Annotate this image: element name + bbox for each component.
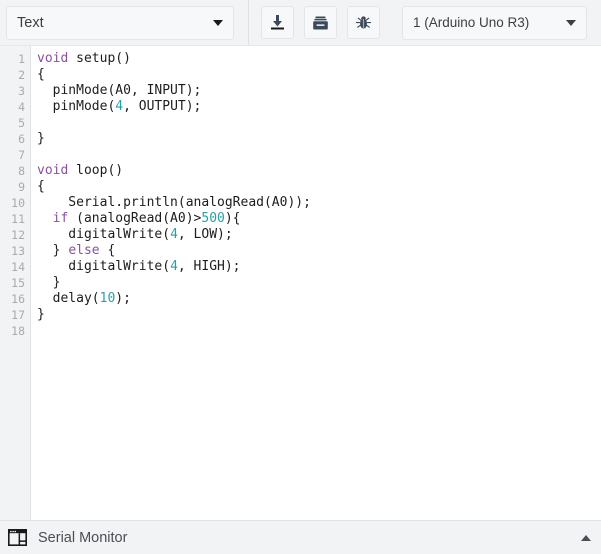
code-number: 4	[170, 259, 178, 274]
text-type-dropdown-value: Text	[17, 14, 44, 31]
code-line: }	[37, 275, 61, 290]
code-line: }	[37, 131, 45, 146]
line-number: 16	[11, 292, 25, 306]
line-number: 13	[11, 244, 25, 258]
line-number: 14	[11, 260, 25, 274]
code-number: 4	[170, 227, 178, 242]
code-line: pinMode(A0, INPUT);	[37, 83, 202, 98]
bug-icon	[355, 16, 372, 29]
line-number: 4	[18, 100, 25, 114]
code-line: pinMode(4, OUTPUT);	[37, 99, 202, 114]
code-keyword: else	[68, 243, 100, 258]
toolbar-separator	[248, 0, 249, 45]
line-number: 2	[18, 68, 25, 82]
line-number-gutter: 1 2 3 4 5 6 7 8 9 10 11 12 13 14 15 16 17 18	[0, 46, 31, 520]
download-arrow-icon	[271, 15, 284, 30]
chevron-down-icon	[213, 19, 223, 26]
code-line: void loop()	[37, 163, 124, 178]
code-line: delay(10);	[37, 291, 131, 306]
code-line: } else {	[37, 243, 116, 258]
code-keyword: void	[37, 51, 69, 66]
code-line: digitalWrite(4, HIGH);	[37, 259, 241, 274]
debug-button[interactable]	[347, 6, 380, 39]
board-select-dropdown[interactable]: 1 (Arduino Uno R3)	[402, 5, 587, 40]
library-button[interactable]	[304, 6, 337, 39]
upload-button[interactable]	[261, 6, 294, 39]
line-number: 5	[18, 116, 25, 130]
code-line: {	[37, 179, 45, 194]
line-number: 3	[18, 84, 25, 98]
window-panel-icon	[6, 528, 28, 548]
serial-monitor-label: Serial Monitor	[38, 529, 128, 546]
toolbar-button-group	[261, 6, 380, 39]
line-number: 17	[11, 308, 25, 322]
toolbar: Text 1 (Arduino Uno R3)	[0, 0, 601, 45]
code-line: void setup()	[37, 51, 131, 66]
archive-box-icon	[313, 16, 328, 29]
code-line: if (analogRead(A0)>500){	[52, 211, 241, 226]
code-line: Serial.println(analogRead(A0));	[37, 195, 311, 210]
line-number: 18	[11, 324, 25, 338]
code-number: 500	[201, 211, 225, 226]
line-number: 15	[11, 276, 25, 290]
line-number: 9	[18, 180, 25, 194]
line-number: 12	[11, 228, 25, 242]
code-keyword: void	[37, 163, 69, 178]
line-number: 1	[18, 52, 25, 66]
line-number: 6	[18, 132, 25, 146]
code-line: digitalWrite(4, LOW);	[37, 227, 233, 242]
code-line: {	[37, 67, 45, 82]
line-number: 8	[18, 164, 25, 178]
line-number: 7	[18, 148, 25, 162]
line-number: 10	[11, 196, 25, 210]
text-type-dropdown[interactable]: Text	[6, 5, 234, 40]
code-keyword: if	[52, 211, 69, 226]
chevron-down-icon	[566, 19, 576, 26]
chevron-up-icon[interactable]	[581, 534, 591, 541]
board-select-value: 1 (Arduino Uno R3)	[413, 15, 530, 30]
arduino-ide-window: Text 1 (Arduino Uno R3) 1 2 3 4 5 6 7 8 …	[0, 0, 601, 554]
code-number: 4	[115, 99, 124, 114]
line-number: 11	[11, 212, 25, 226]
code-text-area[interactable]: void setup(){ pinMode(A0, INPUT); pinMod…	[31, 46, 601, 520]
serial-monitor-bar[interactable]: Serial Monitor	[0, 521, 601, 554]
code-editor[interactable]: 1 2 3 4 5 6 7 8 9 10 11 12 13 14 15 16 17 18 void setup()…	[0, 45, 601, 521]
code-number: 10	[99, 291, 116, 306]
code-line: }	[37, 307, 45, 322]
